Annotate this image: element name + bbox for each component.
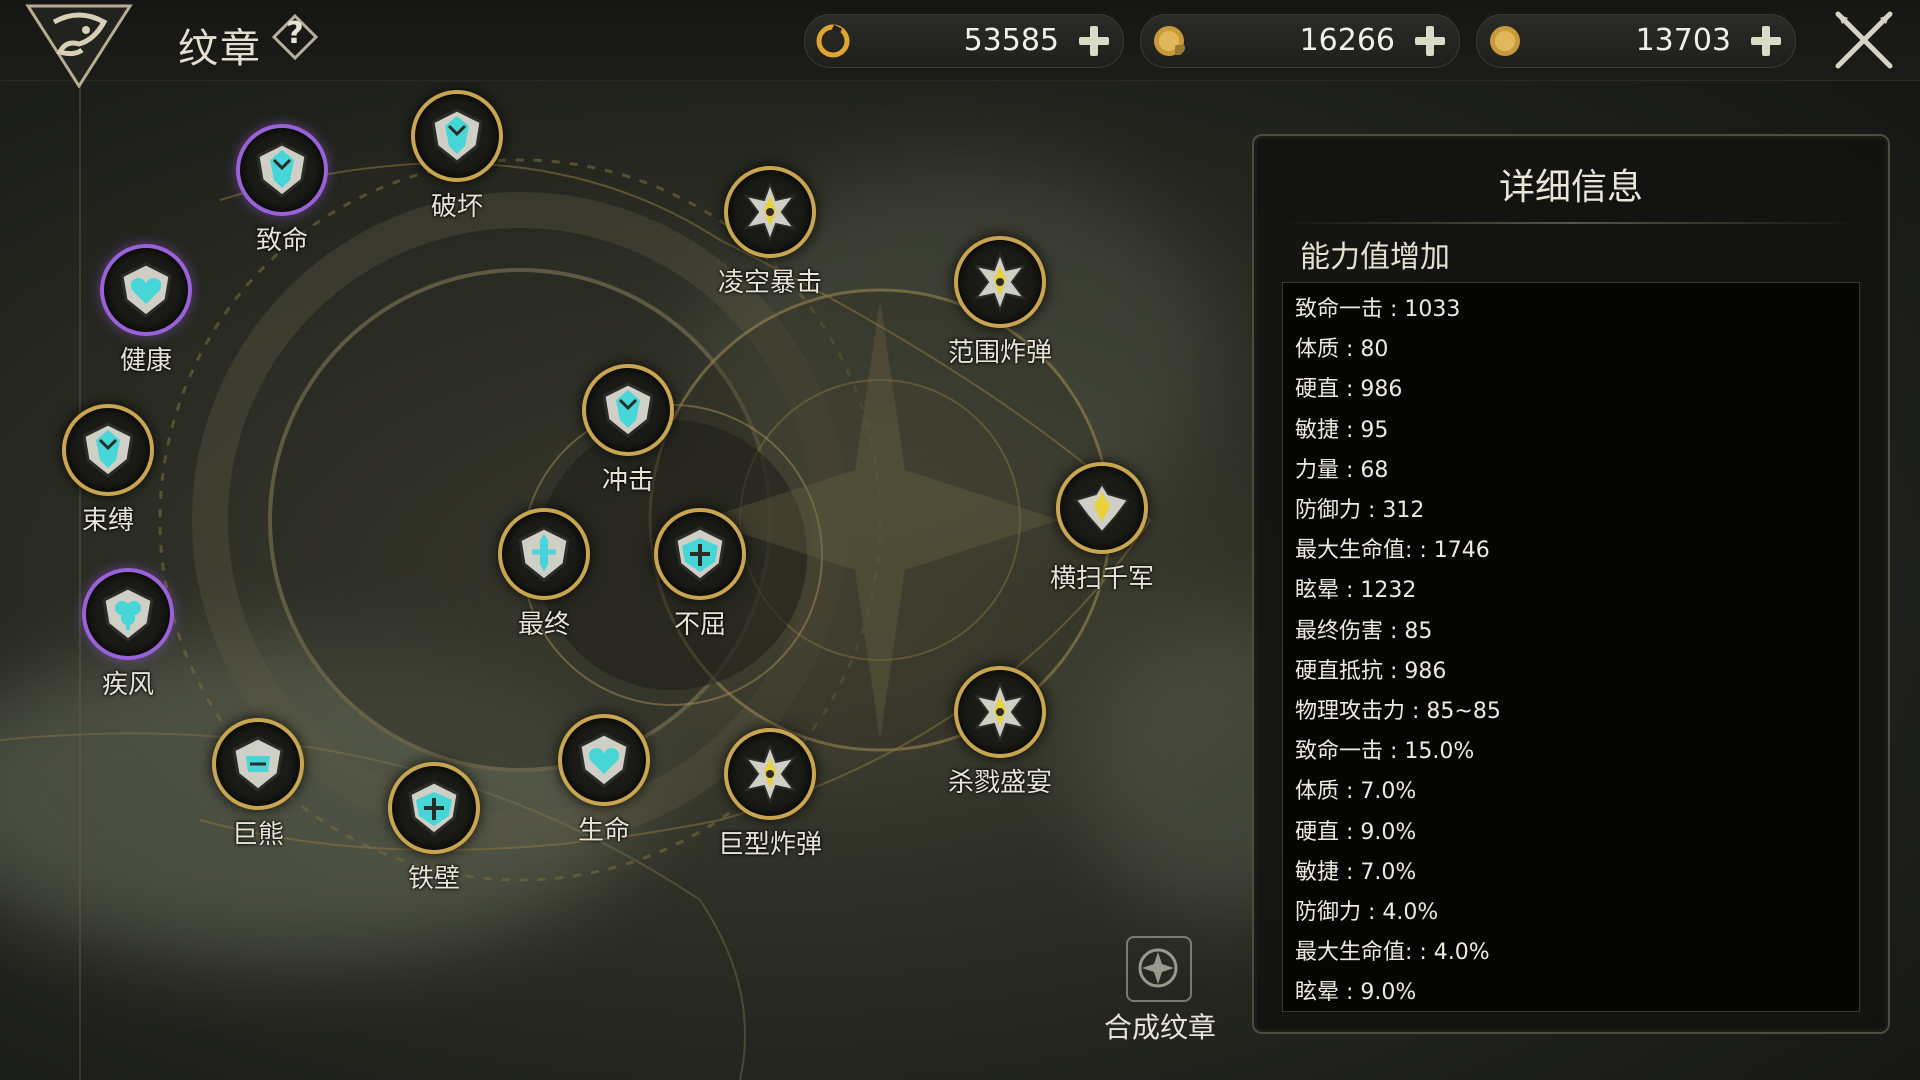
- currency-gold: 13703: [1476, 14, 1796, 68]
- crossed-swords-close-icon[interactable]: [1832, 8, 1896, 72]
- emblem-node-juxing[interactable]: 巨型炸弹: [718, 728, 822, 860]
- emblem-node-jiankang[interactable]: 健康: [100, 244, 192, 376]
- emblem-node-jifeng[interactable]: 疾风: [82, 568, 174, 700]
- emblem-label: 铁壁: [407, 864, 460, 894]
- emblem-node-hengsao[interactable]: 横扫千军: [1050, 462, 1154, 594]
- sword-shield-icon: [518, 526, 570, 582]
- page-title: 纹章: [178, 26, 262, 72]
- emblem-node-tiebi[interactable]: 铁壁: [388, 762, 480, 894]
- stat-row: 敏捷 : 95: [1295, 417, 1389, 443]
- stat-row: 硬直 : 986: [1295, 377, 1403, 403]
- emblem-node-zhiming[interactable]: 致命: [236, 124, 328, 256]
- currency-value: 13703: [1635, 23, 1731, 58]
- shield-blade-icon: [431, 108, 483, 164]
- cross-shield-icon: [408, 780, 460, 836]
- emblem-label: 疾风: [101, 670, 154, 700]
- help-button[interactable]: ?: [271, 13, 319, 61]
- details-subtitle: 能力值增加: [1300, 240, 1450, 275]
- emblem-label: 凌空暴击: [717, 268, 822, 298]
- shield-blade-icon: [256, 142, 308, 198]
- synthesize-emblem-button[interactable]: 合成纹章: [1100, 936, 1220, 1056]
- stat-row: 防御力 : 4.0%: [1295, 900, 1439, 925]
- spiked-cross-icon: [973, 252, 1027, 312]
- stat-row: 最大生命值: : 1746: [1295, 538, 1490, 564]
- emblem-node-pohuai[interactable]: 破坏: [411, 90, 503, 222]
- stat-row: 硬直抵抗 : 986: [1295, 658, 1447, 684]
- stat-row: 眩晕 : 1232: [1295, 578, 1417, 604]
- currency-value: 16266: [1299, 23, 1395, 58]
- bear-shield-icon: [232, 736, 284, 792]
- stat-row: 敏捷 : 7.0%: [1295, 859, 1417, 885]
- gold-coin-icon: [1490, 26, 1520, 56]
- dragon-emblem-icon: [25, 4, 133, 88]
- add-currency-button[interactable]: [1747, 22, 1785, 60]
- shield-blade-icon: [82, 422, 134, 478]
- top-bar: 纹章 ? 53585 16266 13703: [0, 0, 1920, 88]
- emblem-node-shalu[interactable]: 杀戮盛宴: [948, 666, 1052, 798]
- stat-row: 眩晕 : 9.0%: [1295, 980, 1417, 1006]
- star-wheel-icon: [1138, 948, 1178, 988]
- stat-row: 最大生命值: : 4.0%: [1295, 940, 1490, 966]
- emblem-node-shufu[interactable]: 束缚: [62, 404, 154, 536]
- currency-swirl: 53585: [804, 14, 1124, 68]
- emblem-label: 不屈: [673, 610, 726, 640]
- emblem-label: 范围炸弹: [947, 338, 1052, 368]
- stat-row: 最终伤害 : 85: [1295, 618, 1433, 644]
- cross-shield-icon: [674, 526, 726, 582]
- emblem-label: 束缚: [81, 506, 134, 536]
- stat-list[interactable]: 致命一击 : 1033 体质 : 80 硬直 : 986 敏捷 : 95 力量 : 68…: [1282, 282, 1860, 1012]
- heart-shield-icon: [120, 262, 172, 318]
- stat-row: 防御力 : 312: [1295, 498, 1425, 523]
- emblem-node-juxiong[interactable]: 巨熊: [212, 718, 304, 850]
- currency-gold-lock: 16266: [1140, 14, 1460, 68]
- emblem-node-shengming[interactable]: 生命: [558, 714, 650, 846]
- shield-blade-icon: [602, 382, 654, 438]
- gold-coin-lock-icon: [1154, 26, 1185, 56]
- stat-row: 致命一击 : 1033: [1295, 297, 1461, 322]
- stat-row: 硬直 : 9.0%: [1295, 819, 1417, 845]
- emblem-label: 巨型炸弹: [717, 830, 822, 860]
- emblem-label: 健康: [119, 346, 172, 376]
- spiked-cross-icon: [743, 182, 797, 242]
- add-currency-button[interactable]: [1411, 22, 1449, 60]
- emblem-node-chongji[interactable]: 冲击: [582, 364, 674, 496]
- divider: [1282, 222, 1860, 224]
- emblem-label: 致命: [255, 226, 308, 256]
- stat-row: 体质 : 7.0%: [1295, 779, 1417, 805]
- emblem-label: 横扫千军: [1049, 564, 1154, 594]
- swirl-coin-icon: [816, 24, 850, 58]
- emblem-label: 杀戮盛宴: [947, 768, 1052, 798]
- stat-row: 致命一击 : 15.0%: [1295, 739, 1475, 765]
- currency-value: 53585: [963, 23, 1059, 58]
- stat-row: 体质 : 80: [1295, 337, 1389, 363]
- emblem-label: 破坏: [430, 192, 483, 222]
- stat-row: 物理攻击力 : 85~85: [1295, 699, 1501, 724]
- emblem-node-zuizhong[interactable]: 最终: [498, 508, 590, 640]
- emblem-label: 冲击: [601, 466, 654, 496]
- add-currency-button[interactable]: [1075, 22, 1113, 60]
- spiked-cross-icon: [743, 744, 797, 804]
- details-title: 详细信息: [1498, 167, 1643, 208]
- clover-shield-icon: [102, 586, 154, 642]
- heart-shield-icon: [578, 732, 630, 788]
- winged-emblem-icon: [1074, 482, 1130, 534]
- spiked-cross-icon: [973, 682, 1027, 742]
- emblem-node-lingkong[interactable]: 凌空暴击: [718, 166, 822, 298]
- stat-row: 力量 : 68: [1295, 457, 1389, 483]
- emblem-node-fanwei[interactable]: 范围炸弹: [948, 236, 1052, 368]
- synthesize-label: 合成纹章: [1103, 1011, 1216, 1044]
- emblem-node-buqu[interactable]: 不屈: [654, 508, 746, 640]
- emblem-label: 巨熊: [231, 820, 284, 850]
- details-panel: 详细信息 能力值增加 致命一击 : 1033 体质 : 80 硬直 : 986 敏捷 …: [1252, 134, 1890, 1034]
